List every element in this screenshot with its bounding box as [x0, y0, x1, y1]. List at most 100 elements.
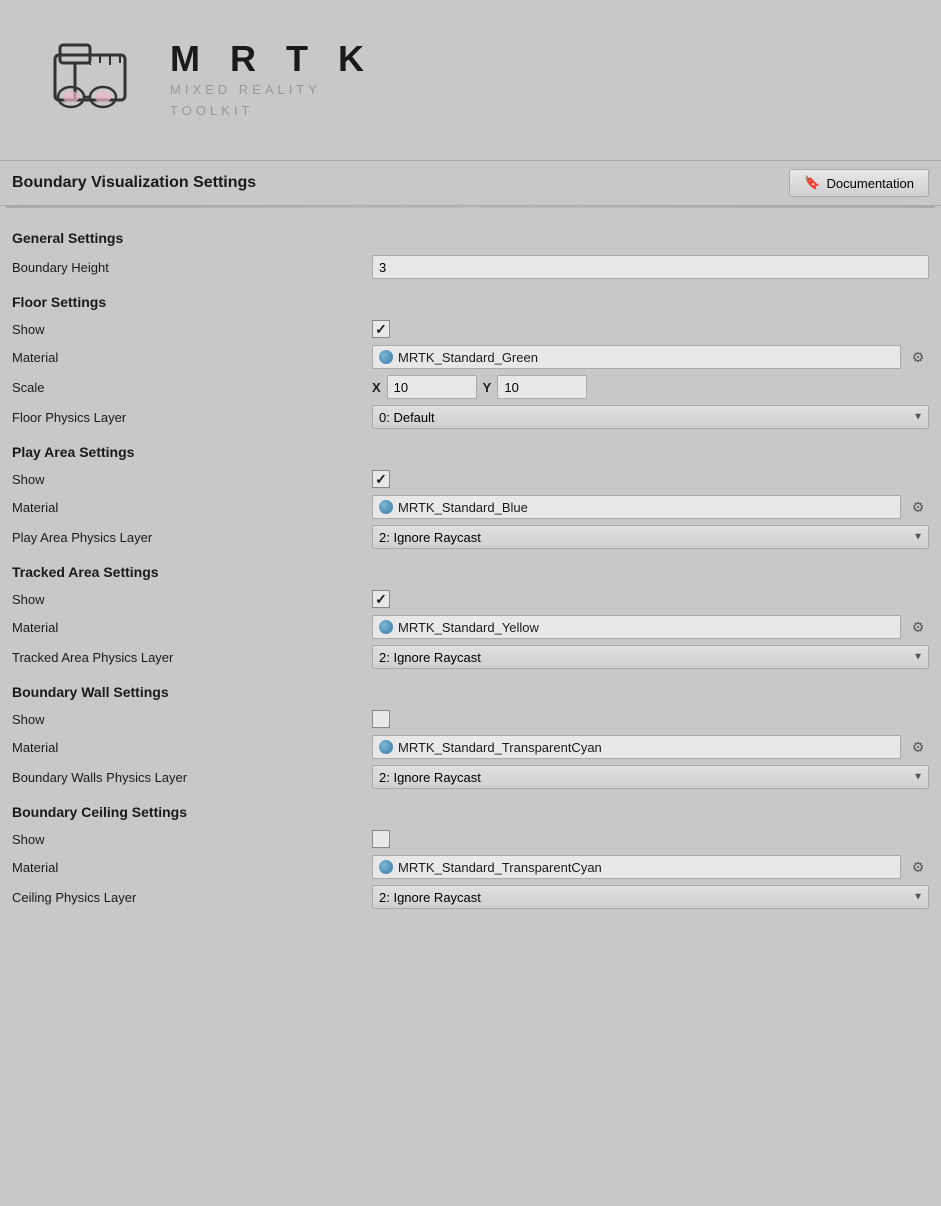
floor-material-name: MRTK_Standard_Green	[398, 350, 894, 365]
play-area-material-control: MRTK_Standard_Blue ⚙	[372, 495, 929, 519]
play-area-material-label: Material	[12, 500, 372, 515]
play-area-show-checkbox[interactable]	[372, 470, 390, 488]
floor-scale-label: Scale	[12, 380, 372, 395]
logo-title: M R T K	[170, 38, 374, 80]
tracked-area-show-checkbox-wrapper[interactable]	[372, 590, 390, 608]
tracked-area-material-name: MRTK_Standard_Yellow	[398, 620, 894, 635]
boundary-ceiling-material-gear-button[interactable]: ⚙	[907, 856, 929, 878]
floor-scale-row: Scale X Y	[12, 372, 929, 402]
logo-subtitle-line1: MIXED REALITY	[170, 80, 374, 101]
play-area-show-checkbox-wrapper[interactable]	[372, 470, 390, 488]
boundary-ceiling-show-control	[372, 830, 929, 848]
tracked-area-material-field[interactable]: MRTK_Standard_Yellow	[372, 615, 901, 639]
play-area-material-gear-button[interactable]: ⚙	[907, 496, 929, 518]
boundary-ceiling-show-checkbox[interactable]	[372, 830, 390, 848]
floor-physics-layer-select[interactable]: 0: Default 1: TransparentFX 2: Ignore Ra…	[372, 405, 929, 429]
tracked-area-physics-layer-select[interactable]: 0: Default 1: TransparentFX 2: Ignore Ra…	[372, 645, 929, 669]
tracked-area-physics-layer-row: Tracked Area Physics Layer 0: Default 1:…	[12, 642, 929, 672]
boundary-height-label: Boundary Height	[12, 260, 372, 275]
floor-material-field[interactable]: MRTK_Standard_Green	[372, 345, 901, 369]
play-area-material-name: MRTK_Standard_Blue	[398, 500, 894, 515]
boundary-wall-material-row: Material MRTK_Standard_TransparentCyan ⚙	[12, 732, 929, 762]
boundary-wall-show-control	[372, 710, 929, 728]
floor-physics-layer-control: 0: Default 1: TransparentFX 2: Ignore Ra…	[372, 405, 929, 429]
floor-scale-control: X Y	[372, 375, 929, 399]
tracked-area-material-row: Material MRTK_Standard_Yellow ⚙	[12, 612, 929, 642]
floor-show-control	[372, 320, 929, 338]
boundary-ceiling-material-globe-icon	[379, 860, 393, 874]
floor-show-label: Show	[12, 322, 372, 337]
title-bar: Boundary Visualization Settings 🔖 Docume…	[0, 160, 941, 206]
tracked-area-settings-header: Tracked Area Settings	[12, 564, 929, 580]
boundary-ceiling-settings-header: Boundary Ceiling Settings	[12, 804, 929, 820]
floor-scale-y-input[interactable]	[497, 375, 587, 399]
boundary-walls-physics-layer-control: 0: Default 1: TransparentFX 2: Ignore Ra…	[372, 765, 929, 789]
boundary-ceiling-show-label: Show	[12, 832, 372, 847]
boundary-height-input[interactable]	[372, 255, 929, 279]
boundary-ceiling-show-checkbox-wrapper[interactable]	[372, 830, 390, 848]
floor-show-checkbox[interactable]	[372, 320, 390, 338]
boundary-ceiling-material-field[interactable]: MRTK_Standard_TransparentCyan	[372, 855, 901, 879]
ceiling-physics-layer-label: Ceiling Physics Layer	[12, 890, 372, 905]
boundary-wall-material-label: Material	[12, 740, 372, 755]
floor-physics-layer-row: Floor Physics Layer 0: Default 1: Transp…	[12, 402, 929, 432]
boundary-ceiling-material-row: Material MRTK_Standard_TransparentCyan ⚙	[12, 852, 929, 882]
logo	[30, 20, 150, 140]
boundary-wall-material-gear-button[interactable]: ⚙	[907, 736, 929, 758]
doc-button-label: Documentation	[827, 176, 914, 191]
floor-material-globe-icon	[379, 350, 393, 364]
tracked-area-show-label: Show	[12, 592, 372, 607]
boundary-wall-show-row: Show	[12, 706, 929, 732]
play-area-physics-layer-control: 0: Default 1: TransparentFX 2: Ignore Ra…	[372, 525, 929, 549]
main-content: General Settings Boundary Height Floor S…	[0, 208, 941, 922]
play-area-show-row: Show	[12, 466, 929, 492]
general-settings-header: General Settings	[12, 230, 929, 246]
floor-material-control: MRTK_Standard_Green ⚙	[372, 345, 929, 369]
documentation-button[interactable]: 🔖 Documentation	[789, 169, 929, 197]
floor-scale-x-input[interactable]	[387, 375, 477, 399]
floor-show-checkbox-wrapper[interactable]	[372, 320, 390, 338]
floor-material-gear-button[interactable]: ⚙	[907, 346, 929, 368]
tracked-area-show-control	[372, 590, 929, 608]
tracked-area-physics-layer-label: Tracked Area Physics Layer	[12, 650, 372, 665]
boundary-height-control	[372, 255, 929, 279]
play-area-physics-layer-row: Play Area Physics Layer 0: Default 1: Tr…	[12, 522, 929, 552]
play-area-material-row: Material MRTK_Standard_Blue ⚙	[12, 492, 929, 522]
header: M R T K MIXED REALITY TOOLKIT	[0, 0, 941, 150]
play-area-physics-layer-select[interactable]: 0: Default 1: TransparentFX 2: Ignore Ra…	[372, 525, 929, 549]
play-area-show-control	[372, 470, 929, 488]
tracked-area-material-control: MRTK_Standard_Yellow ⚙	[372, 615, 929, 639]
floor-settings-header: Floor Settings	[12, 294, 929, 310]
play-area-material-globe-icon	[379, 500, 393, 514]
ceiling-physics-layer-select[interactable]: 0: Default 1: TransparentFX 2: Ignore Ra…	[372, 885, 929, 909]
floor-material-label: Material	[12, 350, 372, 365]
floor-show-row: Show	[12, 316, 929, 342]
boundary-wall-material-field[interactable]: MRTK_Standard_TransparentCyan	[372, 735, 901, 759]
tracked-area-show-row: Show	[12, 586, 929, 612]
play-area-physics-layer-select-wrapper: 0: Default 1: TransparentFX 2: Ignore Ra…	[372, 525, 929, 549]
tracked-area-physics-layer-control: 0: Default 1: TransparentFX 2: Ignore Ra…	[372, 645, 929, 669]
boundary-walls-physics-layer-select[interactable]: 0: Default 1: TransparentFX 2: Ignore Ra…	[372, 765, 929, 789]
boundary-wall-show-checkbox-wrapper[interactable]	[372, 710, 390, 728]
boundary-ceiling-material-control: MRTK_Standard_TransparentCyan ⚙	[372, 855, 929, 879]
tracked-area-material-globe-icon	[379, 620, 393, 634]
logo-subtitle-line2: TOOLKIT	[170, 101, 374, 122]
boundary-height-row: Boundary Height	[12, 252, 929, 282]
boundary-wall-material-control: MRTK_Standard_TransparentCyan ⚙	[372, 735, 929, 759]
boundary-wall-show-checkbox[interactable]	[372, 710, 390, 728]
boundary-wall-show-label: Show	[12, 712, 372, 727]
tracked-area-material-gear-button[interactable]: ⚙	[907, 616, 929, 638]
floor-scale-y-label: Y	[483, 380, 492, 395]
floor-physics-layer-select-wrapper: 0: Default 1: TransparentFX 2: Ignore Ra…	[372, 405, 929, 429]
doc-icon: 🔖	[804, 175, 820, 191]
boundary-ceiling-show-row: Show	[12, 826, 929, 852]
ceiling-physics-layer-select-wrapper: 0: Default 1: TransparentFX 2: Ignore Ra…	[372, 885, 929, 909]
tracked-area-physics-layer-select-wrapper: 0: Default 1: TransparentFX 2: Ignore Ra…	[372, 645, 929, 669]
boundary-walls-physics-layer-row: Boundary Walls Physics Layer 0: Default …	[12, 762, 929, 792]
play-area-settings-header: Play Area Settings	[12, 444, 929, 460]
boundary-wall-settings-header: Boundary Wall Settings	[12, 684, 929, 700]
tracked-area-show-checkbox[interactable]	[372, 590, 390, 608]
floor-material-row: Material MRTK_Standard_Green ⚙	[12, 342, 929, 372]
play-area-material-field[interactable]: MRTK_Standard_Blue	[372, 495, 901, 519]
boundary-walls-physics-layer-label: Boundary Walls Physics Layer	[12, 770, 372, 785]
